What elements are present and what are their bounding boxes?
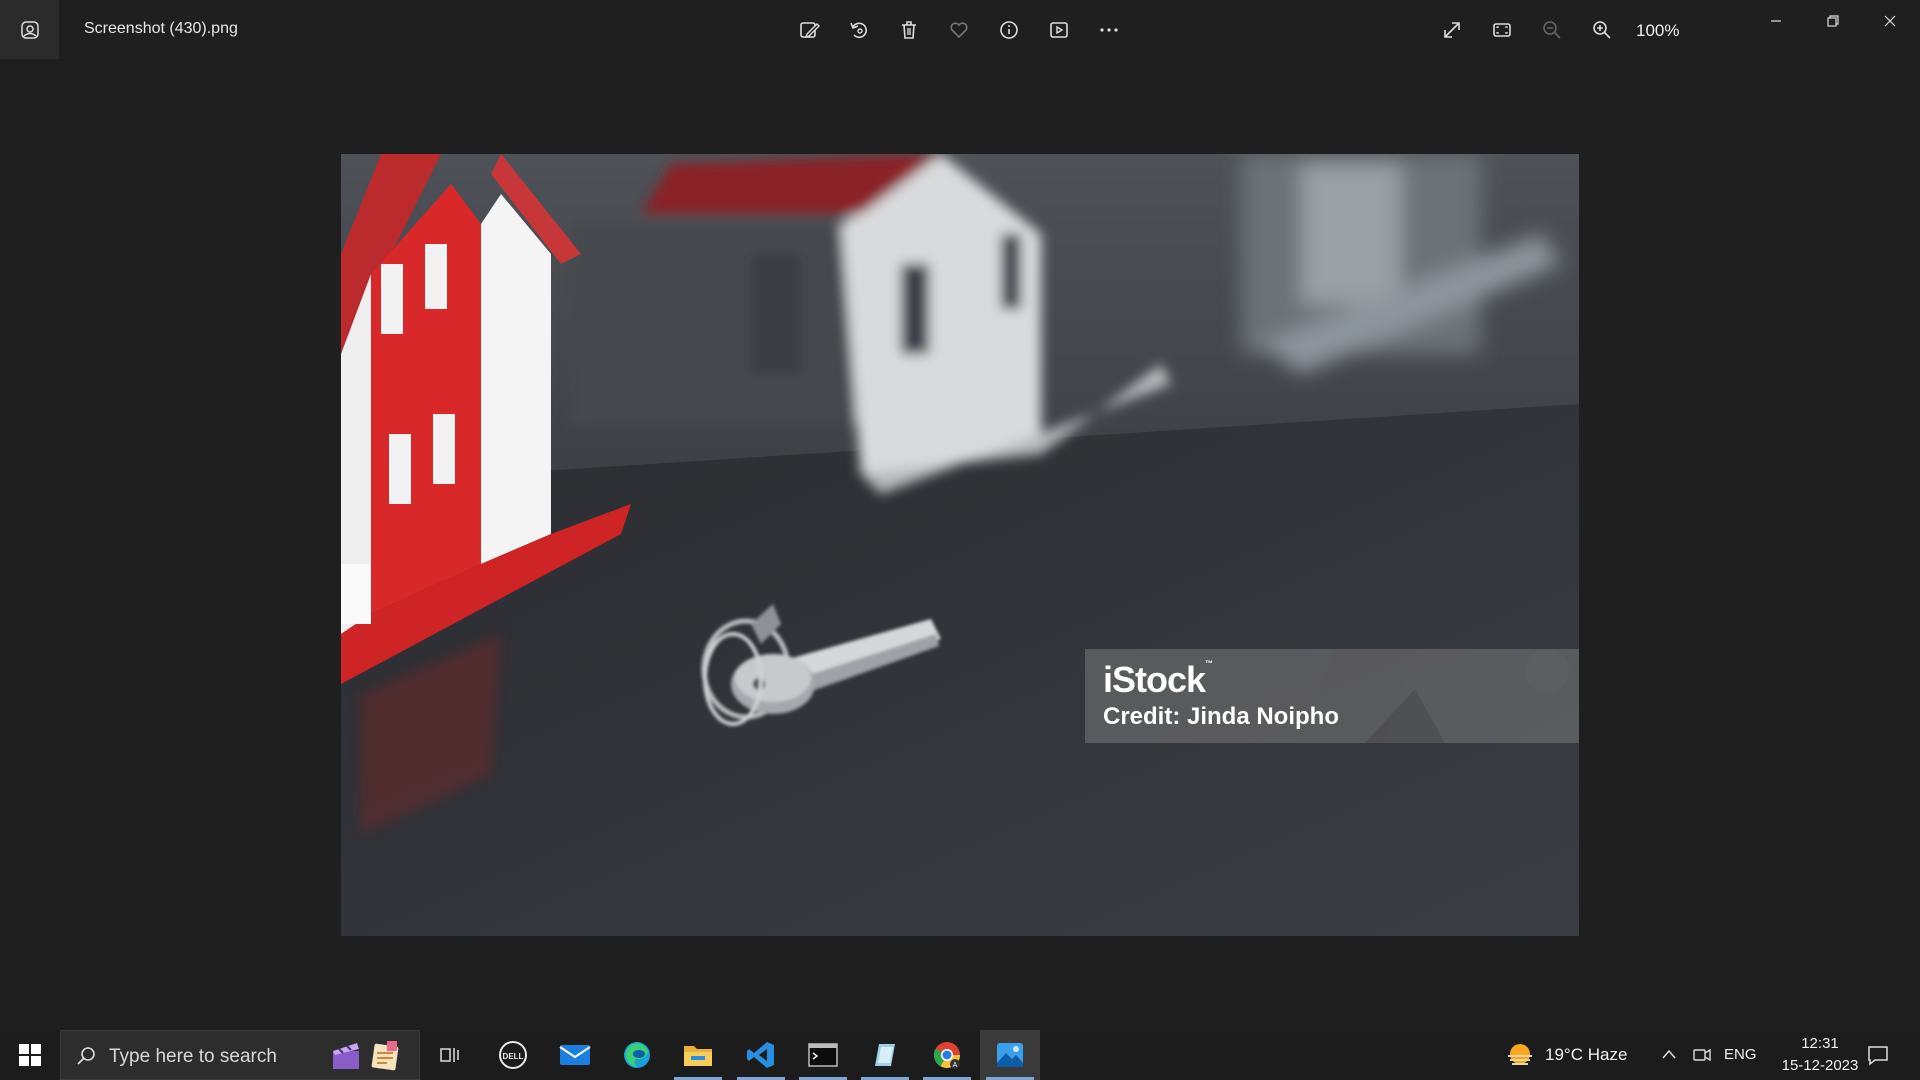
svg-text:A: A bbox=[953, 1062, 958, 1069]
fullscreen-icon[interactable] bbox=[1436, 14, 1468, 46]
windows-start-icon[interactable] bbox=[0, 1030, 60, 1080]
edit-image-icon[interactable] bbox=[793, 14, 825, 46]
watermark-brand: iStock™ bbox=[1103, 659, 1213, 700]
edge-browser-icon[interactable] bbox=[607, 1030, 667, 1080]
weather-text[interactable]: 19°C Haze bbox=[1545, 1045, 1627, 1065]
search-icon bbox=[77, 1047, 95, 1065]
file-title: Screenshot (430).png bbox=[84, 20, 238, 37]
vs-code-icon[interactable] bbox=[731, 1030, 791, 1080]
favorite-heart-icon[interactable] bbox=[943, 14, 975, 46]
taskbar: Type here to search DELL A 19°C Haze ENG… bbox=[0, 1030, 1920, 1080]
search-highlight-clapperboard-icon bbox=[333, 1043, 359, 1069]
istock-watermark: iStock™ Credit: Jinda Noipho bbox=[1085, 649, 1579, 743]
notes-app-icon[interactable] bbox=[855, 1030, 915, 1080]
clock-date[interactable]: 15-12-2023 bbox=[1766, 1057, 1874, 1074]
chrome-icon[interactable]: A bbox=[917, 1030, 977, 1080]
zoom-out-icon[interactable] bbox=[1536, 14, 1568, 46]
taskbar-search-box[interactable]: Type here to search bbox=[60, 1030, 420, 1080]
displayed-photo: iStock™ Credit: Jinda Noipho bbox=[341, 154, 1579, 936]
photos-taskbar-icon[interactable] bbox=[980, 1030, 1040, 1080]
photo-scene bbox=[341, 154, 1579, 936]
input-language[interactable]: ENG bbox=[1724, 1046, 1757, 1063]
terminal-icon[interactable] bbox=[793, 1030, 853, 1080]
zoom-in-icon[interactable] bbox=[1586, 14, 1618, 46]
clock-time[interactable]: 12:31 bbox=[1790, 1035, 1850, 1052]
fit-to-window-icon[interactable] bbox=[1486, 14, 1518, 46]
info-icon[interactable] bbox=[993, 14, 1025, 46]
weather-icon[interactable] bbox=[1504, 1042, 1536, 1073]
photos-app-window: Screenshot (430).png 100% iStock™ Credit… bbox=[0, 0, 1920, 1030]
dell-icon[interactable]: DELL bbox=[483, 1030, 543, 1080]
meet-now-icon[interactable] bbox=[1692, 1045, 1712, 1070]
close-icon[interactable] bbox=[1867, 6, 1913, 36]
delete-icon[interactable] bbox=[893, 14, 925, 46]
restore-icon[interactable] bbox=[1810, 6, 1856, 36]
rotate-icon[interactable] bbox=[843, 14, 875, 46]
slideshow-icon[interactable] bbox=[1043, 14, 1075, 46]
watermark-credit: Credit: Jinda Noipho bbox=[1103, 703, 1339, 730]
show-hidden-icons-chevron-icon[interactable] bbox=[1660, 1046, 1678, 1069]
svg-text:DELL: DELL bbox=[503, 1052, 524, 1061]
notification-center-icon[interactable] bbox=[1866, 1043, 1890, 1072]
minimize-icon[interactable] bbox=[1753, 6, 1799, 36]
photos-app-icon[interactable] bbox=[0, 0, 59, 59]
zoom-level[interactable]: 100% bbox=[1636, 21, 1679, 41]
task-view-icon[interactable] bbox=[420, 1030, 480, 1080]
search-placeholder: Type here to search bbox=[109, 1046, 277, 1067]
mail-icon[interactable] bbox=[545, 1030, 605, 1080]
watermark-trademark: ™ bbox=[1205, 659, 1213, 668]
file-explorer-icon[interactable] bbox=[668, 1030, 728, 1080]
title-bar: Screenshot (430).png 100% bbox=[0, 0, 1920, 60]
more-options-icon[interactable] bbox=[1093, 14, 1125, 46]
search-highlight-notes-icon bbox=[371, 1041, 399, 1071]
